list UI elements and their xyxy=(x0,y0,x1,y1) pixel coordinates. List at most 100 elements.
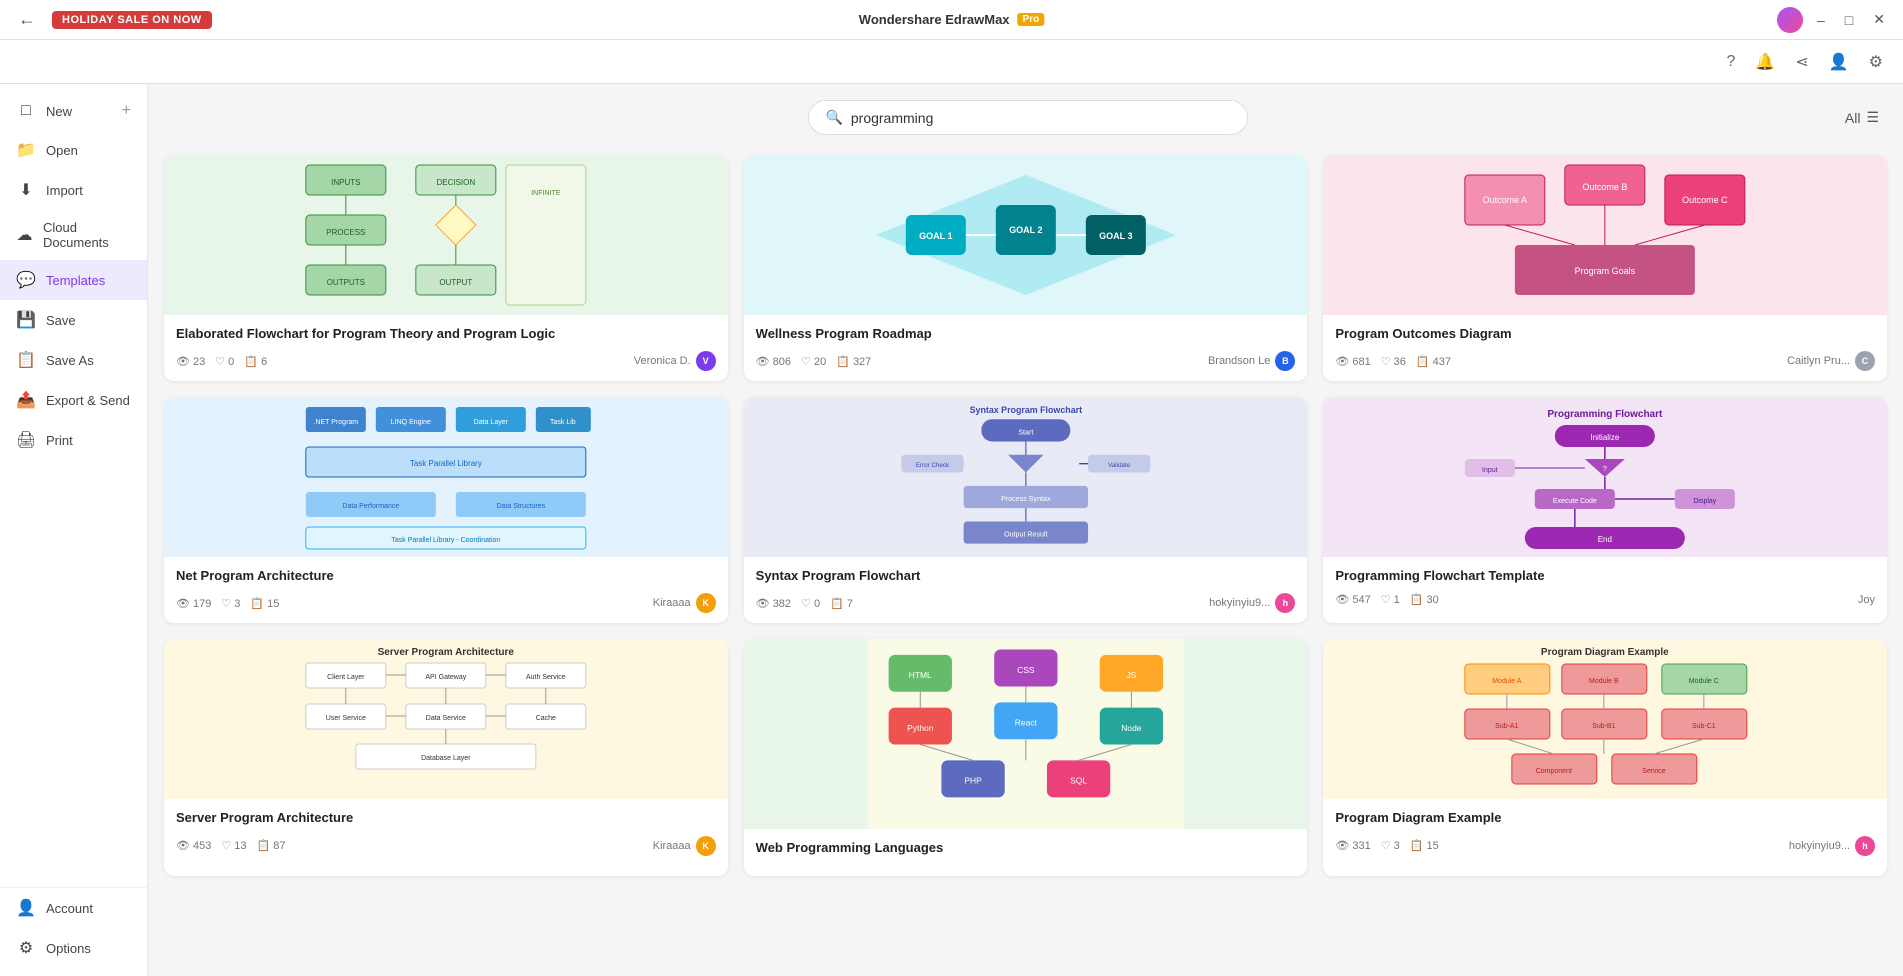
svg-text:LINQ Engine: LINQ Engine xyxy=(391,419,431,426)
card-program-diagram[interactable]: Program Diagram Example Module A Module … xyxy=(1323,639,1887,875)
views-1: 👁 23 xyxy=(176,355,205,368)
sidebar-item-open[interactable]: 📁 Open xyxy=(0,130,147,170)
author-avatar-9: h xyxy=(1855,836,1875,856)
import-icon: ⬇ xyxy=(16,180,36,200)
search-row: 🔍 All ☰ xyxy=(148,84,1903,147)
card-outcomes-diagram[interactable]: Outcome A Outcome B Outcome C Program Go… xyxy=(1323,155,1887,381)
card-server-architecture[interactable]: Server Program Architecture Client Layer… xyxy=(164,639,728,875)
sidebar-item-import[interactable]: ⬇ Import xyxy=(0,170,147,210)
back-button[interactable]: ← xyxy=(12,7,42,32)
sidebar-item-account[interactable]: 👤 Account xyxy=(0,887,147,928)
settings-icon[interactable]: ⚙ xyxy=(1865,48,1887,76)
svg-text:GOAL 2: GOAL 2 xyxy=(1009,225,1042,235)
author-name-3: Caitlyn Pru... xyxy=(1787,355,1850,367)
views-4: 👁 179 xyxy=(176,597,211,610)
minimize-button[interactable]: – xyxy=(1811,10,1831,30)
svg-text:Cache: Cache xyxy=(536,715,556,722)
sidebar-item-saveas[interactable]: 📋 Save As xyxy=(0,340,147,380)
holiday-sale-button[interactable]: HOLIDAY SALE ON NOW xyxy=(52,11,212,29)
svg-text:HTML: HTML xyxy=(908,670,931,680)
svg-text:Data Structures: Data Structures xyxy=(497,503,546,510)
svg-text:User Service: User Service xyxy=(326,715,366,722)
likes-9: ♡ 3 xyxy=(1381,839,1400,852)
apps-icon[interactable]: ⋖ xyxy=(1791,48,1812,76)
views-2: 👁 806 xyxy=(756,355,791,368)
svg-text:Data Service: Data Service xyxy=(426,715,466,722)
svg-text:Outcome A: Outcome A xyxy=(1483,195,1528,205)
card-author-7: Kiraaaa K xyxy=(653,836,716,856)
svg-text:Process Syntax: Process Syntax xyxy=(1001,495,1051,503)
card-title-5: Syntax Program Flowchart xyxy=(756,567,1296,585)
sidebar-item-options[interactable]: ⚙ Options xyxy=(0,928,147,968)
help-icon[interactable]: ? xyxy=(1723,49,1740,75)
sidebar-item-save[interactable]: 💾 Save xyxy=(0,300,147,340)
filter-all[interactable]: All ☰ xyxy=(1845,109,1879,126)
card-net-architecture[interactable]: .NET Program LINQ Engine Data Layer Task… xyxy=(164,397,728,623)
views-6: 👁 547 xyxy=(1335,593,1370,606)
sidebar-item-new[interactable]: □ New + xyxy=(0,92,147,130)
search-bar[interactable]: 🔍 xyxy=(808,100,1248,135)
svg-text:JS: JS xyxy=(1126,670,1136,680)
card-title-3: Program Outcomes Diagram xyxy=(1335,325,1875,343)
user-avatar[interactable] xyxy=(1777,7,1803,33)
card-author-6: Joy xyxy=(1858,594,1875,606)
author-name-7: Kiraaaa xyxy=(653,840,691,852)
card-author-5: hokyinyiu9... h xyxy=(1209,593,1295,613)
add-icon[interactable]: + xyxy=(122,102,131,120)
svg-text:Client Layer: Client Layer xyxy=(327,674,365,681)
search-input[interactable] xyxy=(851,110,1232,126)
card-meta-5: 👁 382 ♡ 0 📋 7 hokyinyiu9... h xyxy=(756,593,1296,613)
card-info-4: Net Program Architecture 👁 179 ♡ 3 📋 15 … xyxy=(164,557,728,623)
copies-3: 📋 437 xyxy=(1416,355,1451,368)
app-title-center: Wondershare EdrawMax Pro xyxy=(859,12,1044,27)
author-avatar-4: K xyxy=(696,593,716,613)
card-thumb-9: Program Diagram Example Module A Module … xyxy=(1323,639,1887,799)
saveas-icon: 📋 xyxy=(16,350,36,370)
card-web-programming[interactable]: HTML CSS JS Python React Node PHP xyxy=(744,639,1308,875)
author-avatar-3: C xyxy=(1855,351,1875,371)
notification-icon[interactable]: 🔔 xyxy=(1751,48,1779,76)
svg-text:INPUTS: INPUTS xyxy=(331,178,360,187)
sidebar-item-templates[interactable]: 💬 Templates xyxy=(0,260,147,300)
author-name-1: Veronica D. xyxy=(634,355,691,367)
likes-1: ♡ 0 xyxy=(215,355,234,368)
author-avatar-5: h xyxy=(1275,593,1295,613)
open-icon: 📁 xyxy=(16,140,36,160)
svg-text:End: End xyxy=(1598,535,1612,544)
card-thumb-3: Outcome A Outcome B Outcome C Program Go… xyxy=(1323,155,1887,315)
profile-icon[interactable]: 👤 xyxy=(1825,48,1853,76)
filter-icon: ☰ xyxy=(1866,109,1879,126)
card-title-8: Web Programming Languages xyxy=(756,839,1296,857)
views-7: 👁 453 xyxy=(176,839,211,852)
sidebar-label-saveas: Save As xyxy=(46,353,94,368)
cloud-icon: ☁ xyxy=(16,225,33,245)
close-button[interactable]: ✕ xyxy=(1867,9,1891,30)
sidebar-item-cloud[interactable]: ☁ Cloud Documents xyxy=(0,210,147,260)
card-title-1: Elaborated Flowchart for Program Theory … xyxy=(176,325,716,343)
views-3: 👁 681 xyxy=(1335,355,1370,368)
card-info-8: Web Programming Languages xyxy=(744,829,1308,875)
likes-4: ♡ 3 xyxy=(221,597,240,610)
svg-text:Output Result: Output Result xyxy=(1004,531,1047,539)
svg-text:Module A: Module A xyxy=(1493,678,1523,685)
sidebar-item-print[interactable]: 🖨 Print xyxy=(0,420,147,460)
svg-text:Start: Start xyxy=(1018,429,1033,437)
card-syntax-flowchart[interactable]: Syntax Program Flowchart Start Process S… xyxy=(744,397,1308,623)
card-wellness-roadmap[interactable]: GOAL 1 GOAL 2 GOAL 3 Wellness Program Ro… xyxy=(744,155,1308,381)
export-icon: 📤 xyxy=(16,390,36,410)
svg-text:SQL: SQL xyxy=(1070,776,1087,786)
svg-text:Initialize: Initialize xyxy=(1591,433,1620,442)
card-elaborated-flowchart[interactable]: INPUTS PROCESS OUTPUTS DECISION OUTPUT xyxy=(164,155,728,381)
sidebar-label-templates: Templates xyxy=(46,273,105,288)
save-icon: 💾 xyxy=(16,310,36,330)
svg-text:Sub-A1: Sub-A1 xyxy=(1495,723,1518,730)
author-name-9: hokyinyiu9... xyxy=(1789,840,1850,852)
author-avatar-7: K xyxy=(696,836,716,856)
sidebar-label-open: Open xyxy=(46,143,78,158)
card-prog-flowchart[interactable]: Programming Flowchart Initialize ? Execu… xyxy=(1323,397,1887,623)
svg-text:Database Layer: Database Layer xyxy=(421,755,471,762)
card-thumb-8: HTML CSS JS Python React Node PHP xyxy=(744,639,1308,829)
maximize-button[interactable]: □ xyxy=(1839,10,1859,30)
sidebar-item-export[interactable]: 📤 Export & Send xyxy=(0,380,147,420)
card-author-2: Brandson Le B xyxy=(1208,351,1295,371)
